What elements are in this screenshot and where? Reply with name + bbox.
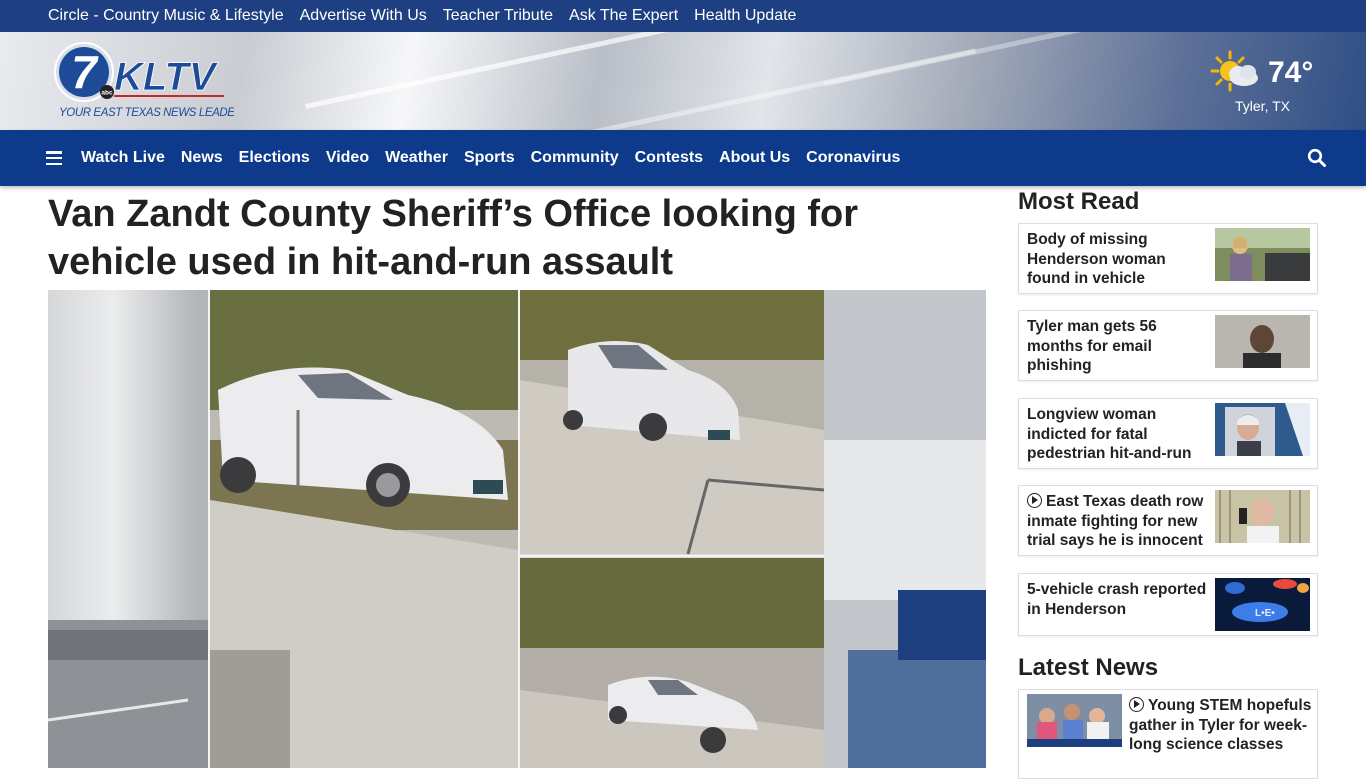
latest-news-item-title: Young STEM hopefuls gather in Tyler for … <box>1129 697 1312 753</box>
partly-sunny-icon <box>1210 50 1258 92</box>
most-read-item-title[interactable]: Longview woman indicted for fatal pedest… <box>1027 405 1211 464</box>
article-headline: Van Zandt County Sheriff’s Office lookin… <box>48 193 858 283</box>
most-read-item[interactable]: Tyler man gets 56 months for email phish… <box>1018 310 1318 381</box>
toplink-teacher-tribute[interactable]: Teacher Tribute <box>443 7 553 25</box>
hamburger-menu-icon[interactable] <box>46 151 62 165</box>
latest-news-item[interactable]: Young STEM hopefuls gather in Tyler for … <box>1018 689 1318 779</box>
nav-video[interactable]: Video <box>326 149 369 167</box>
weather-location: Tyler, TX <box>1235 98 1290 114</box>
top-links-bar: Circle - Country Music & Lifestyle Adver… <box>0 0 1366 32</box>
nav-elections[interactable]: Elections <box>239 149 310 167</box>
most-read-item-thumbnail[interactable] <box>1215 315 1310 368</box>
toplink-health-update[interactable]: Health Update <box>694 7 796 25</box>
most-read-item-thumbnail[interactable] <box>1215 228 1310 281</box>
toplink-ask-the-expert[interactable]: Ask The Expert <box>569 7 678 25</box>
most-read-item[interactable]: East Texas death row inmate fighting for… <box>1018 485 1318 556</box>
weather-temperature: 74° <box>1268 56 1314 89</box>
toplink-advertise[interactable]: Advertise With Us <box>300 7 427 25</box>
toplink-circle[interactable]: Circle - Country Music & Lifestyle <box>48 7 284 25</box>
latest-news-item-thumbnail[interactable] <box>1027 694 1122 747</box>
header-streak <box>304 32 796 109</box>
nav-news[interactable]: News <box>181 149 223 167</box>
nav-weather[interactable]: Weather <box>385 149 448 167</box>
svg-text:L•E•: L•E• <box>1255 608 1275 619</box>
search-icon[interactable] <box>1307 148 1327 168</box>
header-streak <box>564 48 976 130</box>
most-read-item-title[interactable]: 5-vehicle crash reported in Henderson <box>1027 580 1211 619</box>
logo-seven: 7 <box>71 46 99 98</box>
most-read-item[interactable]: 5-vehicle crash reported in Henderson L•… <box>1018 573 1318 636</box>
nav-coronavirus[interactable]: Coronavirus <box>806 149 900 167</box>
most-read-item-thumbnail[interactable]: L•E• <box>1215 578 1310 631</box>
most-read-item[interactable]: Longview woman indicted for fatal pedest… <box>1018 398 1318 469</box>
latest-news-title: Latest News <box>1018 654 1159 681</box>
logo-kltv: KLTV <box>114 55 219 99</box>
main-nav: Watch Live News Elections Video Weather … <box>0 130 1366 186</box>
most-read-item[interactable]: Body of missing Henderson woman found in… <box>1018 223 1318 294</box>
video-play-icon <box>1129 697 1144 712</box>
nav-about-us[interactable]: About Us <box>719 149 790 167</box>
kltv-logo[interactable]: 7 abc KLTV YOUR EAST TEXAS NEWS LEADER <box>54 42 234 122</box>
latest-news-item-title-row[interactable]: Young STEM hopefuls gather in Tyler for … <box>1129 696 1315 755</box>
most-read-title: Most Read <box>1018 188 1140 215</box>
nav-community[interactable]: Community <box>531 149 619 167</box>
logo-network: abc <box>101 90 113 97</box>
most-read-item-title: East Texas death row inmate fighting for… <box>1027 493 1204 549</box>
article-hero-image[interactable] <box>48 290 986 768</box>
most-read-item-thumbnail[interactable] <box>1215 490 1310 543</box>
most-read-item-thumbnail[interactable] <box>1215 403 1310 456</box>
logo-tagline: YOUR EAST TEXAS NEWS LEADER <box>59 107 234 119</box>
nav-contests[interactable]: Contests <box>635 149 703 167</box>
nav-items: Watch Live News Elections Video Weather … <box>81 149 900 167</box>
header-streak <box>823 32 1197 87</box>
most-read-item-title[interactable]: Body of missing Henderson woman found in… <box>1027 230 1211 289</box>
nav-sports[interactable]: Sports <box>464 149 515 167</box>
surveillance-photo-collage <box>48 290 986 768</box>
nav-watch-live[interactable]: Watch Live <box>81 149 165 167</box>
most-read-item-title[interactable]: Tyler man gets 56 months for email phish… <box>1027 317 1211 376</box>
weather-widget[interactable]: 74° Tyler, TX <box>1208 48 1328 118</box>
most-read-item-title-row[interactable]: East Texas death row inmate fighting for… <box>1027 492 1211 551</box>
video-play-icon <box>1027 493 1042 508</box>
